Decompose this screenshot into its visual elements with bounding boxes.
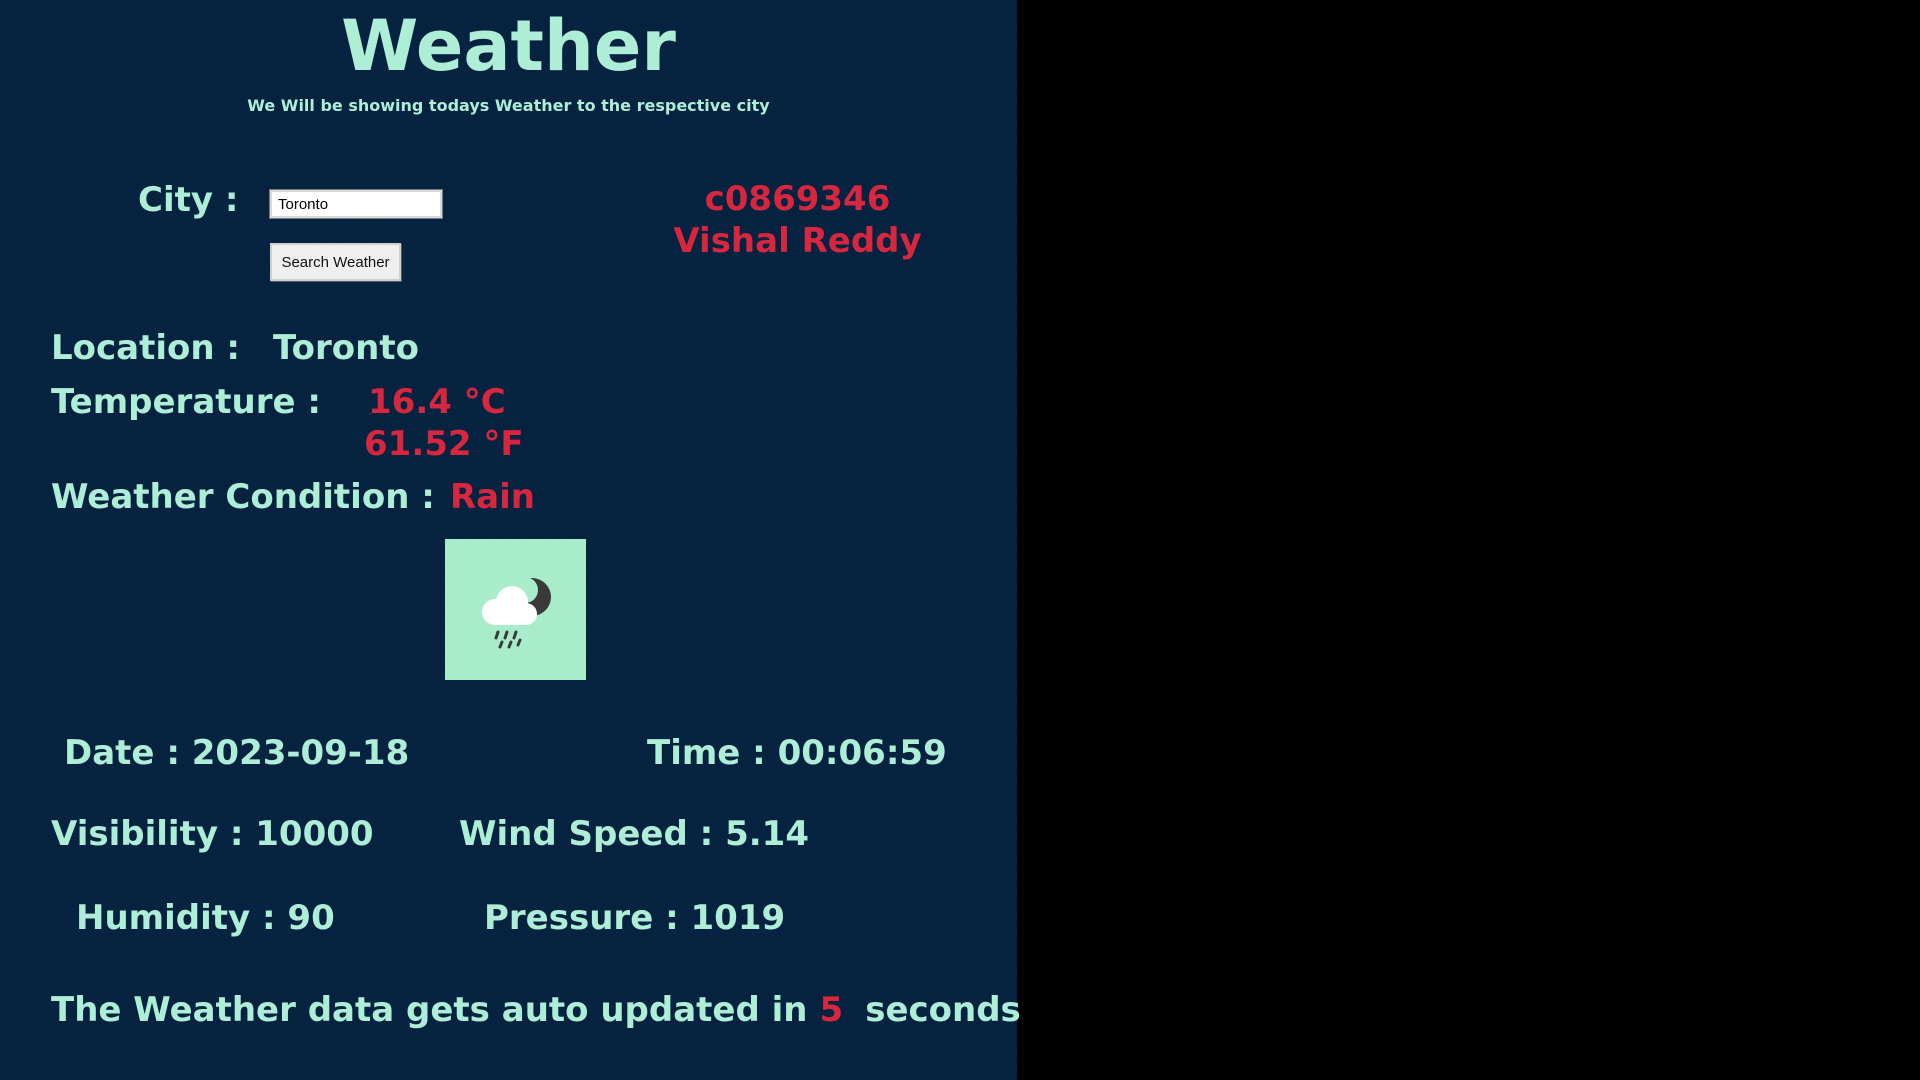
city-input[interactable] — [269, 189, 443, 219]
page-title: Weather — [341, 5, 676, 87]
temperature-celsius: 16.4 °C — [368, 382, 506, 422]
temperature-fahrenheit: 61.52 °F — [364, 424, 524, 464]
auto-update-countdown: 5 — [819, 990, 844, 1030]
date-text: Date : 2023-09-18 — [64, 733, 410, 773]
search-weather-button[interactable]: Search Weather — [270, 243, 401, 281]
auto-update-suffix: seconds — [865, 990, 1021, 1030]
student-id: c0869346 — [704, 179, 891, 219]
rain-cloud-moon-icon — [482, 577, 551, 649]
student-name: Vishal Reddy — [673, 221, 922, 261]
auto-update-notice: The Weather data gets auto updated in 5 se… — [51, 990, 1021, 1030]
page-subtitle: We Will be showing todays Weather to the… — [247, 96, 770, 115]
wind-speed-text: Wind Speed : 5.14 — [459, 814, 809, 854]
auto-update-prefix: The Weather data gets auto updated in — [51, 990, 808, 1030]
location-label: Location : — [51, 328, 241, 368]
weather-condition-label: Weather Condition : — [51, 477, 435, 517]
city-label: City : — [138, 180, 239, 220]
visibility-text: Visibility : 10000 — [51, 814, 374, 854]
temperature-label: Temperature : — [51, 382, 321, 422]
weather-app-panel: Weather We Will be showing todays Weathe… — [0, 0, 1021, 1080]
humidity-text: Humidity : 90 — [76, 898, 335, 938]
weather-icon-container — [445, 539, 586, 680]
location-value: Toronto — [273, 328, 419, 368]
pressure-text: Pressure : 1019 — [484, 898, 786, 938]
weather-condition-value: Rain — [450, 477, 535, 517]
time-text: Time : 00:06:59 — [647, 733, 947, 773]
